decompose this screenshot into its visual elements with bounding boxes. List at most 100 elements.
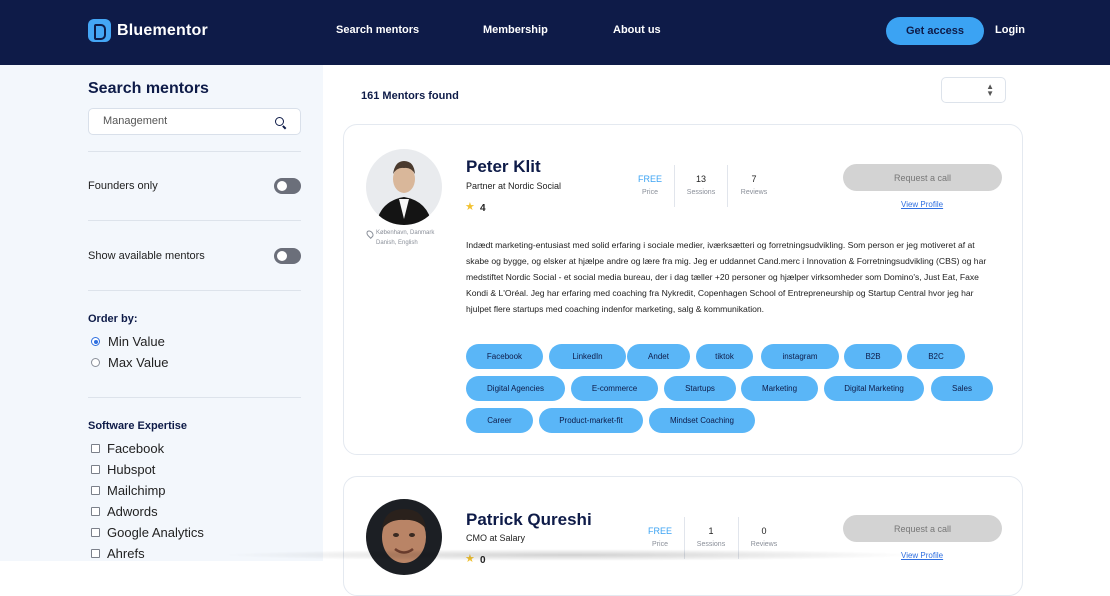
sessions-value: 1 bbox=[708, 526, 714, 536]
tag-e-commerce[interactable]: E-commerce bbox=[571, 376, 658, 401]
price-value: FREE bbox=[637, 174, 662, 184]
tag-digital-agencies[interactable]: Digital Agencies bbox=[466, 376, 565, 401]
tag-andet[interactable]: Andet bbox=[627, 344, 690, 369]
request-call-button[interactable]: Request a call bbox=[843, 515, 1002, 542]
checkbox-icon bbox=[91, 549, 100, 558]
reviews-value: 0 bbox=[761, 526, 767, 536]
software-checkbox-facebook[interactable]: Facebook bbox=[91, 441, 164, 456]
checkbox-label: Google Analytics bbox=[107, 525, 204, 540]
bluementor-logo-icon bbox=[88, 19, 111, 42]
top-navbar: Bluementor Search mentors Membership Abo… bbox=[0, 0, 1110, 65]
tag-career[interactable]: Career bbox=[466, 408, 533, 433]
mentor-role: CMO at Salary bbox=[466, 533, 526, 543]
tag-b2b[interactable]: B2B bbox=[844, 344, 902, 369]
checkbox-label: Hubspot bbox=[107, 462, 156, 477]
mentor-avatar[interactable] bbox=[366, 149, 442, 225]
results-count: 161 Mentors found bbox=[361, 90, 459, 102]
tag-instagram[interactable]: instagram bbox=[761, 344, 839, 369]
checkbox-label: Facebook bbox=[107, 441, 165, 456]
stat-divider bbox=[727, 165, 728, 207]
tag-mindset-coaching[interactable]: Mindset Coaching bbox=[649, 408, 755, 433]
tag-facebook[interactable]: Facebook bbox=[466, 344, 543, 369]
divider bbox=[88, 151, 301, 152]
price-label: Price bbox=[642, 189, 658, 196]
mentor-search-box bbox=[88, 108, 301, 135]
checkbox-icon bbox=[91, 465, 100, 474]
mentor-card: Patrick Qureshi CMO at Salary ★ 0 FREE P… bbox=[343, 476, 1023, 596]
software-expertise-title: Software Expertise bbox=[88, 420, 188, 432]
checkbox-label: Ahrefs bbox=[107, 546, 145, 561]
star-icon: ★ bbox=[465, 553, 475, 565]
mentor-card: København, Danmark Danish, English Peter… bbox=[343, 124, 1023, 455]
mentor-rating: 4 bbox=[480, 203, 486, 214]
divider bbox=[88, 397, 301, 398]
software-checkbox-google-analytics[interactable]: Google Analytics bbox=[91, 525, 204, 540]
sidebar-title: Search mentors bbox=[88, 80, 209, 97]
price-value: FREE bbox=[647, 526, 672, 536]
divider bbox=[88, 290, 301, 291]
get-access-button[interactable]: Get access bbox=[886, 17, 984, 45]
reviews-stat: 7 Reviews bbox=[729, 174, 779, 196]
reviews-stat: 0 Reviews bbox=[739, 526, 789, 548]
login-link[interactable]: Login bbox=[995, 24, 1025, 36]
tag-b2c[interactable]: B2C bbox=[907, 344, 965, 369]
radio-label: Min Value bbox=[108, 334, 165, 349]
divider bbox=[88, 220, 301, 221]
view-profile-link[interactable]: View Profile bbox=[901, 200, 943, 209]
reviews-value: 7 bbox=[751, 174, 757, 184]
mentor-avatar[interactable] bbox=[366, 499, 442, 575]
software-checkbox-adwords[interactable]: Adwords bbox=[91, 504, 158, 519]
search-icon[interactable] bbox=[275, 117, 284, 126]
tag-marketing[interactable]: Marketing bbox=[741, 376, 818, 401]
sessions-value: 13 bbox=[695, 174, 706, 184]
sessions-label: Sessions bbox=[696, 541, 726, 548]
reviews-label: Reviews bbox=[740, 189, 768, 196]
software-checkbox-mailchimp[interactable]: Mailchimp bbox=[91, 483, 166, 498]
brand-logo[interactable]: Bluementor bbox=[88, 19, 208, 42]
radio-unchecked-icon bbox=[91, 358, 100, 367]
tag-digital-marketing[interactable]: Digital Marketing bbox=[824, 376, 924, 401]
search-input[interactable] bbox=[103, 115, 273, 127]
available-mentors-toggle[interactable] bbox=[274, 248, 301, 264]
mentor-name[interactable]: Peter Klit bbox=[466, 157, 541, 177]
price-label: Price bbox=[652, 541, 668, 548]
tag-tiktok[interactable]: tiktok bbox=[696, 344, 753, 369]
stat-divider bbox=[684, 517, 685, 559]
software-checkbox-hubspot[interactable]: Hubspot bbox=[91, 462, 155, 477]
reviews-label: Reviews bbox=[750, 541, 778, 548]
tag-linkedin[interactable]: LinkedIn bbox=[549, 344, 626, 369]
order-max-value-radio[interactable]: Max Value bbox=[91, 355, 168, 370]
nav-membership[interactable]: Membership bbox=[483, 24, 548, 36]
filter-sidebar: Search mentors Founders only Show availa… bbox=[0, 65, 323, 561]
star-icon: ★ bbox=[465, 201, 475, 213]
mentor-location: København, Danmark bbox=[376, 230, 435, 236]
nav-search-mentors[interactable]: Search mentors bbox=[336, 24, 419, 36]
stat-divider bbox=[674, 165, 675, 207]
checkbox-icon bbox=[91, 486, 100, 495]
sort-select[interactable]: ▲ ▼ bbox=[941, 77, 1006, 103]
order-min-value-radio[interactable]: Min Value bbox=[91, 334, 165, 349]
tag-sales[interactable]: Sales bbox=[931, 376, 993, 401]
tag-startups[interactable]: Startups bbox=[664, 376, 736, 401]
radio-checked-icon bbox=[91, 337, 100, 346]
order-by-title: Order by: bbox=[88, 313, 138, 325]
sessions-stat: 1 Sessions bbox=[686, 526, 736, 548]
location-pin-icon bbox=[365, 229, 375, 239]
checkbox-icon bbox=[91, 528, 100, 537]
sort-chevron-icon: ▲ ▼ bbox=[986, 82, 994, 98]
checkbox-icon bbox=[91, 507, 100, 516]
sessions-stat: 13 Sessions bbox=[676, 174, 726, 196]
request-call-button[interactable]: Request a call bbox=[843, 164, 1002, 191]
founders-only-toggle[interactable] bbox=[274, 178, 301, 194]
nav-about-us[interactable]: About us bbox=[613, 24, 661, 36]
mentor-role: Partner at Nordic Social bbox=[466, 181, 562, 191]
software-checkbox-ahrefs[interactable]: Ahrefs bbox=[91, 546, 145, 561]
radio-label: Max Value bbox=[108, 355, 169, 370]
mentor-name[interactable]: Patrick Qureshi bbox=[466, 510, 592, 530]
checkbox-icon bbox=[91, 444, 100, 453]
checkbox-label: Mailchimp bbox=[107, 483, 166, 498]
founders-only-label: Founders only bbox=[88, 180, 158, 192]
tag-product-market-fit[interactable]: Product-market-fit bbox=[539, 408, 643, 433]
price-stat: FREE Price bbox=[625, 174, 675, 196]
view-profile-link[interactable]: View Profile bbox=[901, 551, 943, 560]
